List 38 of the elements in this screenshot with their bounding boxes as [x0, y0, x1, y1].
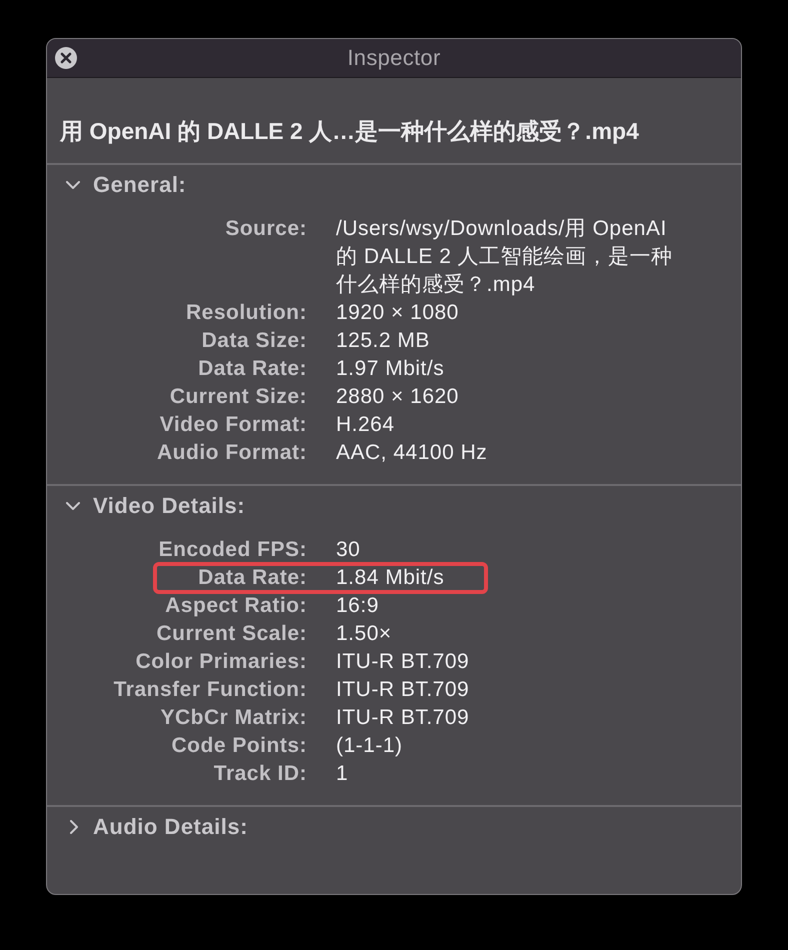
field-label: YCbCr Matrix: — [160, 706, 307, 729]
section-toggle[interactable]: Video Details: — [47, 492, 246, 520]
field-value: 2880 × 1620 — [336, 385, 459, 408]
field-value: 1920 × 1080 — [336, 301, 459, 324]
field-value: 30 — [336, 538, 360, 561]
file-name: 用 OpenAI 的 DALLE 2 人…是一种什么样的感受？.mp4 — [60, 117, 640, 145]
field-value: 1.97 Mbit/s — [336, 357, 444, 380]
field-value: 1.84 Mbit/s — [336, 566, 444, 589]
section-toggle[interactable]: Audio Details: — [47, 813, 248, 841]
field-value: H.264 — [336, 413, 395, 436]
field-value: ITU-R BT.709 — [336, 678, 470, 701]
close-icon[interactable] — [55, 47, 77, 69]
field-value: /Users/wsy/Downloads/用 OpenAI 的 DALLE 2 人工智能绘画，是一种什么样的感受？.mp4 — [336, 217, 673, 296]
field-label: Current Scale: — [156, 622, 307, 645]
field-label: Data Size: — [202, 329, 307, 352]
field-label: Source: — [225, 217, 307, 240]
field-label: Transfer Function: — [114, 678, 307, 701]
field-label: Data Rate: — [198, 566, 307, 589]
field-value: AAC, 44100 Hz — [336, 441, 488, 464]
field-value: (1-1-1) — [336, 734, 403, 757]
field-label: Aspect Ratio: — [165, 594, 307, 617]
field-label: Audio Format: — [157, 441, 307, 464]
field-label: Encoded FPS: — [158, 538, 307, 561]
field-label: Color Primaries: — [136, 650, 307, 673]
field-label: Data Rate: — [198, 357, 307, 380]
field-label: Resolution: — [186, 301, 307, 324]
field-label: Code Points: — [172, 734, 307, 757]
window-title: Inspector — [347, 45, 441, 71]
field-value: 125.2 MB — [336, 329, 430, 352]
field-value: 1 — [336, 762, 348, 785]
field-label: Video Format: — [160, 413, 307, 436]
section-toggle[interactable]: General: — [47, 171, 186, 199]
field-label: Current Size: — [170, 385, 307, 408]
field-value: ITU-R BT.709 — [336, 650, 470, 673]
field-value: ITU-R BT.709 — [336, 706, 470, 729]
field-label: Track ID: — [214, 762, 307, 785]
field-value: 16:9 — [336, 594, 379, 617]
field-value: 1.50× — [336, 622, 392, 645]
